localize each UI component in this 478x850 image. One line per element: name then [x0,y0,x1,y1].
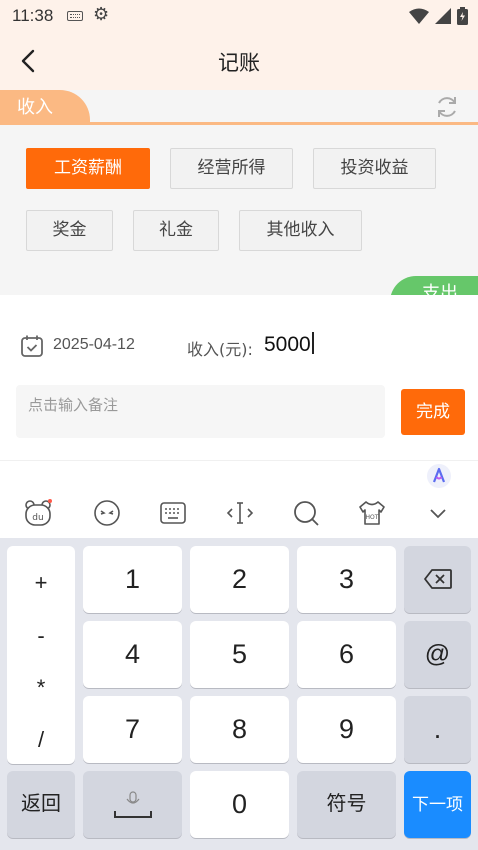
key-9[interactable]: 9 [297,696,396,763]
assistant-icon[interactable] [426,463,452,489]
key-dot[interactable]: . [404,696,471,763]
key-4[interactable]: 4 [83,621,182,688]
page-title: 记账 [218,51,260,75]
settings-gear-icon: ⚙ [93,4,110,25]
category-gift-money[interactable]: 礼金 [133,210,219,251]
symbol-key[interactable]: 符号 [297,771,396,838]
chevron-down-icon[interactable] [422,497,454,529]
category-business-income[interactable]: 经营所得 [170,148,293,189]
key-divide[interactable]: / [7,727,75,753]
key-at[interactable]: @ [404,621,471,688]
status-bar: 11:38 ⚙ [0,0,478,32]
key-plus[interactable]: + [7,570,75,596]
key-7[interactable]: 7 [83,696,182,763]
signal-icon [435,8,451,24]
backspace-key[interactable] [404,546,471,613]
tab-income[interactable]: 收入 [0,90,90,124]
keyboard-toolbar: du HOT [0,460,478,538]
text-cursor [311,332,314,354]
key-5[interactable]: 5 [190,621,289,688]
emoji-icon[interactable] [91,497,123,529]
amount-value: 5000 [264,333,311,356]
status-time: 11:38 [12,6,54,25]
microphone-space-icon [113,791,152,818]
back-key[interactable]: 返回 [7,771,75,838]
key-2[interactable]: 2 [190,546,289,613]
amount-field[interactable]: 5000 [264,332,314,357]
app-header: 记账 [0,32,478,90]
calendar-icon[interactable] [20,334,44,358]
battery-icon [457,7,468,25]
note-input[interactable]: 点击输入备注 [16,385,385,438]
amount-label: 收入(元): [187,340,253,359]
keyboard-indicator-icon [67,11,83,21]
numeric-keyboard: + - * / 1 2 3 4 5 6 @ 7 8 9 . 返回 0 符号 下一… [0,538,478,850]
tab-underline [0,122,478,125]
backspace-icon [423,569,452,589]
category-investment-income[interactable]: 投资收益 [313,148,436,189]
key-multiply[interactable]: * [7,675,75,701]
category-other-income[interactable]: 其他收入 [239,210,362,251]
cursor-move-icon[interactable] [224,497,256,529]
refresh-icon[interactable] [434,94,460,120]
space-key[interactable] [83,771,182,838]
key-1[interactable]: 1 [83,546,182,613]
entry-form: 2025-04-12 收入(元): 5000 点击输入备注 完成 [0,295,478,460]
key-minus[interactable]: - [7,623,75,649]
category-salary[interactable]: 工资薪酬 [26,148,150,189]
key-3[interactable]: 3 [297,546,396,613]
key-6[interactable]: 6 [297,621,396,688]
search-icon[interactable] [290,497,322,529]
category-bonus[interactable]: 奖金 [26,210,113,251]
date-value[interactable]: 2025-04-12 [53,336,135,354]
wifi-icon [409,8,429,24]
hot-shirt-icon[interactable]: HOT [356,497,388,529]
done-button[interactable]: 完成 [401,389,465,435]
category-panel: 收入 工资薪酬 经营所得 投资收益 奖金 礼金 其他收入 支出 [0,90,478,316]
key-0[interactable]: 0 [190,771,289,838]
next-item-key[interactable]: 下一项 [404,771,471,838]
svg-text:HOT: HOT [366,514,379,521]
symbol-column[interactable]: + - * / [7,546,75,764]
keyboard-layout-icon[interactable] [157,497,189,529]
du-mascot-icon[interactable]: du [22,497,54,529]
svg-text:du: du [32,513,43,523]
key-8[interactable]: 8 [190,696,289,763]
